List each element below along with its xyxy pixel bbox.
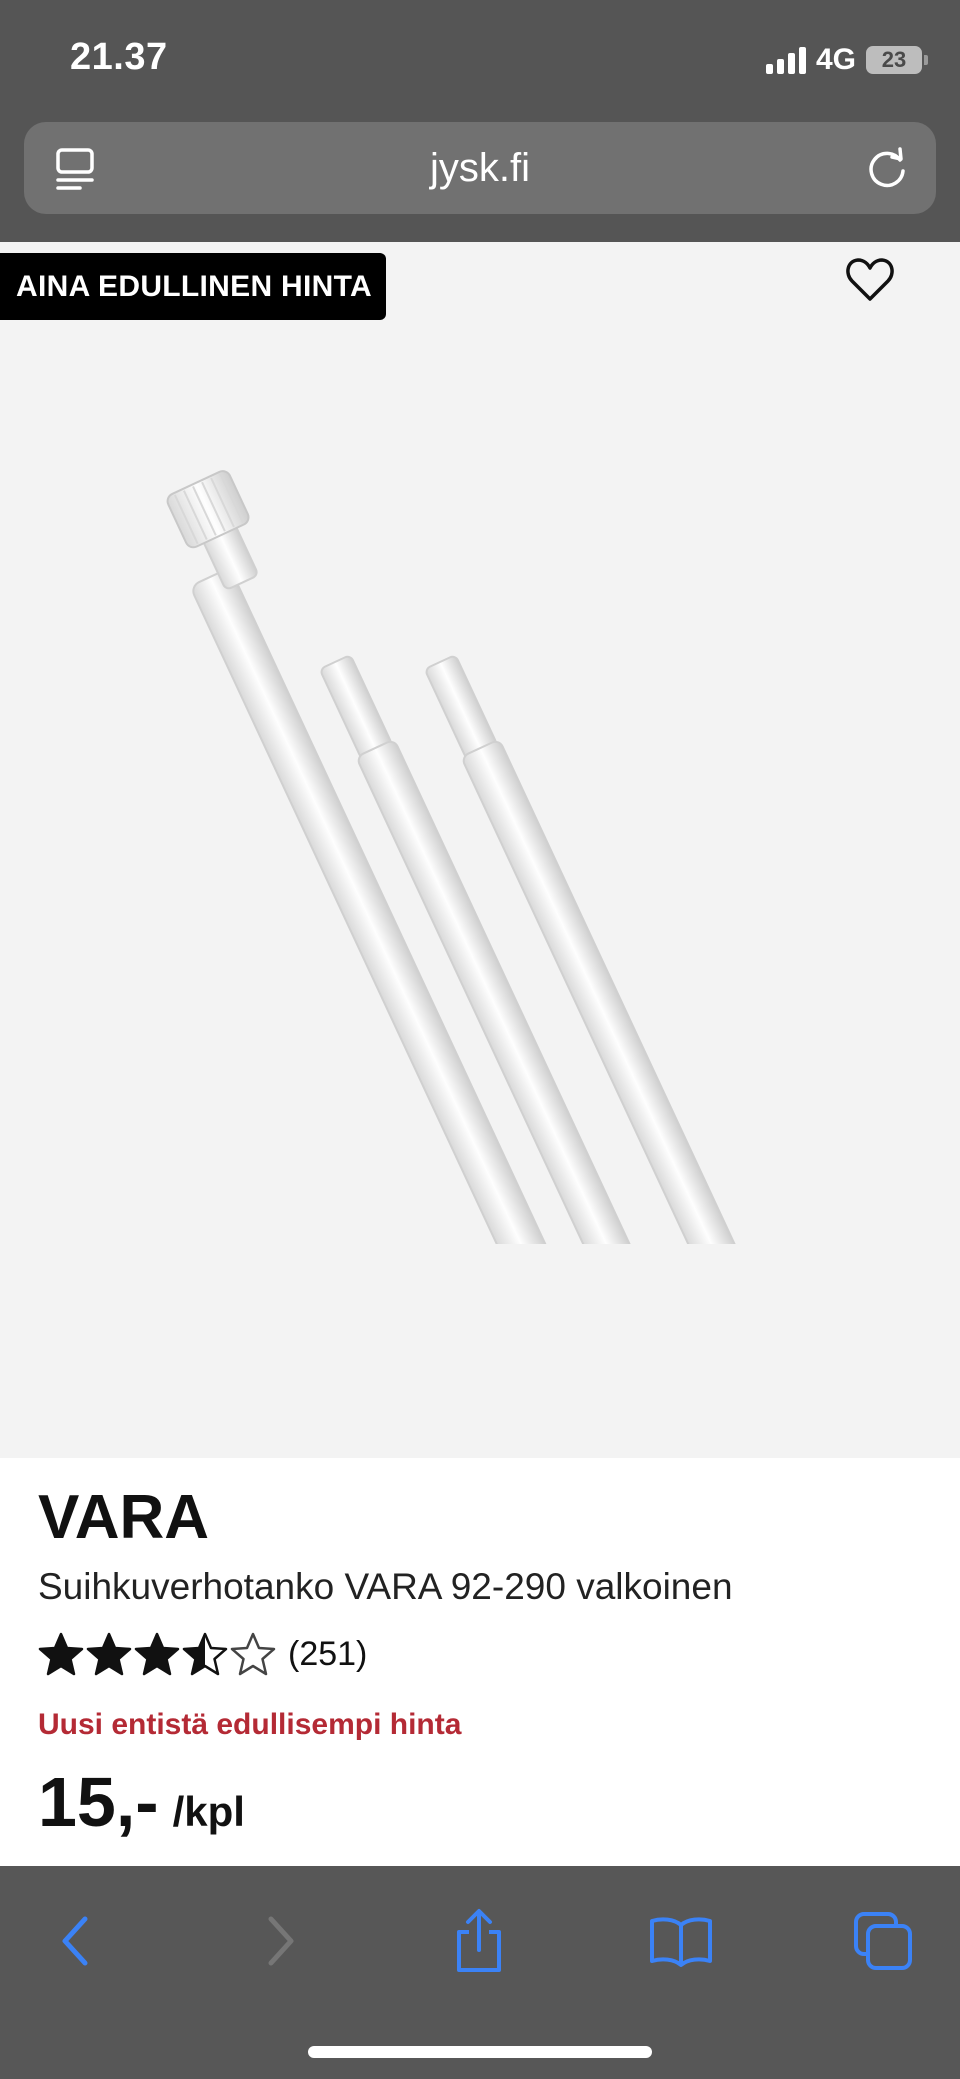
product-image-area[interactable]: AINA EDULLINEN HINTA [0,242,960,1458]
product-rating[interactable]: (251) [38,1632,367,1676]
review-count[interactable]: (251) [288,1635,367,1674]
price-note: Uusi entistä edullisempi hinta [38,1708,462,1741]
product-image [166,470,794,1244]
share-icon [457,1909,501,1972]
price-value: 15,- [38,1763,159,1841]
star-icon [38,1632,84,1676]
chevron-right-icon [268,1916,294,1966]
star-icon [230,1632,276,1676]
browser-toolbar [0,1866,960,2079]
network-label: 4G [815,43,856,76]
price: 15,- /kpl [38,1762,245,1842]
product-name[interactable]: VARA [38,1482,209,1553]
signal-icon [765,46,806,74]
price-badge: AINA EDULLINEN HINTA [0,253,386,320]
url-text[interactable]: jysk.fi [24,146,936,191]
address-bar[interactable]: jysk.fi [24,122,936,214]
tabs-button[interactable] [848,1906,918,1976]
chevron-left-icon [62,1916,88,1966]
product-page: AINA EDULLINEN HINTA VARA Suihkuverhotan… [0,242,960,1866]
forward-button[interactable] [246,1906,316,1976]
price-unit: /kpl [172,1788,245,1835]
status-indicators: 4G 23 [765,40,928,80]
tabs-icon [854,1912,912,1970]
star-icon [182,1632,228,1676]
status-bar: 21.37 4G 23 [0,0,960,120]
product-description[interactable]: Suihkuverhotanko VARA 92-290 valkoinen [38,1566,733,1608]
home-indicator [308,2046,652,2058]
status-time: 21.37 [70,36,168,78]
star-icon [86,1632,132,1676]
reload-icon[interactable] [862,142,912,192]
share-button[interactable] [444,1906,514,1976]
book-icon [650,1917,712,1967]
bookmarks-button[interactable] [646,1906,716,1976]
heart-icon[interactable] [844,255,896,303]
star-icon [134,1632,180,1676]
back-button[interactable] [40,1906,110,1976]
battery-icon: 23 [866,46,928,74]
rating-stars [38,1632,276,1676]
